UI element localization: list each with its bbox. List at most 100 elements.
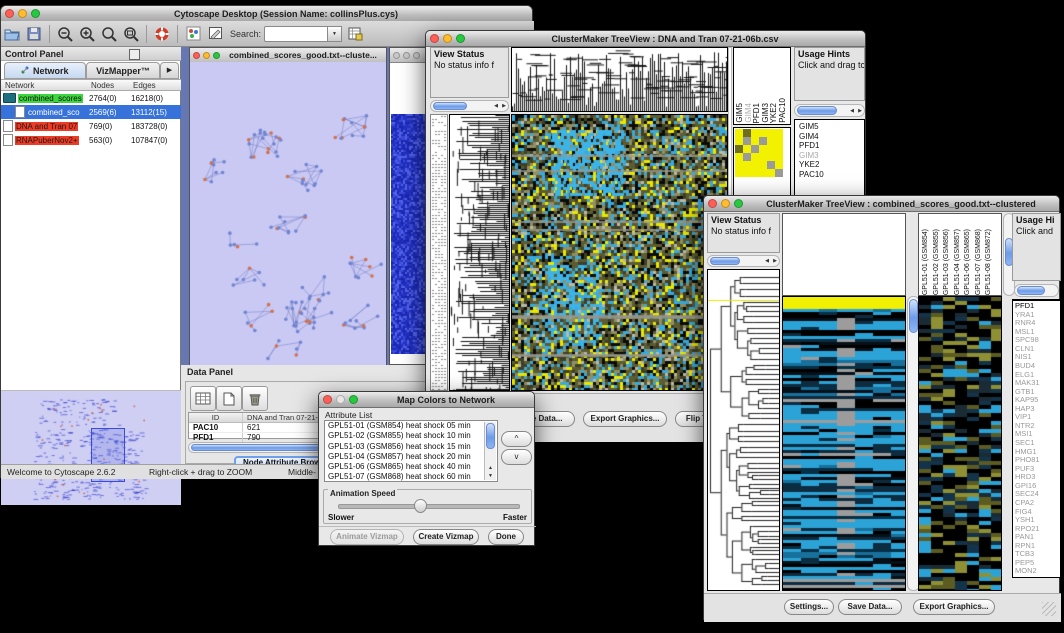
tv1-column-dendrogram[interactable] [512,48,727,111]
vizmapper-icon[interactable] [183,24,203,44]
frame-zoom-button[interactable] [213,52,220,59]
close-button[interactable] [5,9,14,18]
gene-label[interactable]: GIM5 [797,122,864,132]
heatmap-cell[interactable] [759,153,767,161]
search-dropdown-icon[interactable]: ▼ [328,26,342,42]
heatmap-cell[interactable] [751,161,759,169]
tv2-minimize-button[interactable] [721,199,730,208]
tv1-export-graphics-button[interactable]: Export Graphics... [583,411,667,427]
heatmap-cell[interactable] [759,161,767,169]
network-list-row[interactable]: combined_sco2569(6)13112(15) [1,105,181,119]
tab-overflow[interactable]: ▶ [160,62,179,79]
zoom-selected-icon[interactable] [99,24,119,44]
heatmap-cell[interactable] [759,145,767,153]
tv2-gene-list-panel[interactable]: PFD1YRA1RNR4MSL1SPC98CLN1NIS1BUD4ELG1MAK… [1012,301,1061,578]
dialog-minimize-button[interactable] [336,395,345,404]
heatmap-cell[interactable] [743,129,751,137]
scroll-down-icon[interactable]: ▼ [488,474,493,479]
heatmap-cell[interactable] [775,169,783,177]
tv1-zoom-button[interactable] [456,34,465,43]
frame2-minimize-button[interactable] [403,52,410,59]
heatmap-cell[interactable] [751,169,759,177]
network-view-canvas[interactable] [190,62,386,365]
tv2-zoom-heatmap-panel[interactable] [918,296,1002,591]
heatmap-cell[interactable] [767,169,775,177]
move-up-button[interactable]: ^ [501,431,532,447]
zoom-out-icon[interactable] [55,24,75,44]
frame-minimize-button[interactable] [203,52,210,59]
network-list-row[interactable]: combined_scores2764(0)16218(0) [1,91,181,105]
attribute-list-item[interactable]: GPL51-02 (GSM855) heat shock 10 min [325,431,497,441]
heatmap-cell[interactable] [767,153,775,161]
scroll-right-icon[interactable]: ▶ [502,104,506,109]
heatmap-cell[interactable] [735,161,743,169]
heatmap-cell[interactable] [751,153,759,161]
resize-grip[interactable] [1042,602,1056,616]
tv2-row-dendrogram[interactable] [708,270,779,590]
heatmap-cell[interactable] [759,137,767,145]
heatmap-cell[interactable] [743,153,751,161]
attribute-list-item[interactable]: GPL51-07 (GSM868) heat shock 60 min [325,472,497,482]
create-vizmap-button[interactable]: Create Vizmap [413,529,479,545]
network-list-row[interactable]: DNA and Tran 07769(0)183728(0) [1,119,181,133]
zoom-button[interactable] [31,9,40,18]
tv1-right-hscrollbar[interactable]: ◀ ▶ [794,104,865,117]
animation-speed-slider-thumb[interactable] [414,499,427,513]
open-icon[interactable] [2,24,22,44]
tv1-left-hscrollbar[interactable]: ◀ ▶ [430,100,509,112]
done-button[interactable]: Done [488,529,524,545]
dialog-zoom-button[interactable] [349,395,358,404]
heatmap-cell[interactable] [743,161,751,169]
tab-vizmapper[interactable]: VizMapper™ [86,62,160,79]
tv1-row-dendrogram-panel[interactable] [449,114,510,391]
network-list-row[interactable]: RNAPuberNov2+563(0)107847(0) [1,133,181,147]
tv1-row-label-sliver[interactable] [430,114,448,391]
animate-vizmap-button[interactable]: Animate Vizmap [330,529,404,545]
tv1-zoom-heatmap[interactable] [735,129,783,177]
zoom-fit-icon[interactable] [121,24,141,44]
gene-label[interactable]: YKE2 [797,160,864,170]
tv2-titlebar[interactable]: ClusterMaker TreeView : combined_scores_… [704,196,1059,212]
main-titlebar[interactable]: Cytoscape Desktop (Session Name: collins… [1,6,532,22]
minimize-button[interactable] [18,9,27,18]
heatmap-cell[interactable] [767,137,775,145]
tv2-settings-button[interactable]: Settings... [784,599,834,615]
heatmap-cell[interactable] [743,145,751,153]
tab-network[interactable]: Network [4,62,86,79]
frame2-close-button[interactable] [393,52,400,59]
dialog-close-button[interactable] [323,395,332,404]
heatmap-cell[interactable] [751,145,759,153]
heatmap-cell[interactable] [767,145,775,153]
attribute-table-icon[interactable] [190,386,216,411]
gene-label[interactable]: GIM4 [797,132,864,142]
tv2-left-hscrollbar[interactable]: ◀ ▶ [707,255,780,267]
attribute-list-vscrollbar[interactable]: ▲ ▼ [484,422,496,480]
float-panel-icon[interactable] [129,49,140,60]
dialog-titlebar[interactable]: Map Colors to Network [319,392,534,408]
tv1-global-heatmap[interactable] [512,115,727,390]
network-frame-titlebar[interactable]: combined_scores_good.txt--cluste... [190,48,386,63]
delete-attribute-icon[interactable] [242,386,268,411]
network-overview-panel[interactable] [1,390,181,505]
heatmap-cell[interactable] [735,137,743,145]
new-attribute-icon[interactable] [216,386,242,411]
scroll-left-icon[interactable]: ◀ [850,109,854,114]
save-icon[interactable] [24,24,44,44]
import-table-icon[interactable] [345,24,365,44]
frame2-zoom-button[interactable] [413,52,420,59]
tv2-export-graphics-button[interactable]: Export Graphics... [913,599,995,615]
attribute-list[interactable]: GPL51-01 (GSM854) heat shock 05 minGPL51… [324,420,498,482]
tv2-zoom-button[interactable] [734,199,743,208]
heatmap-cell[interactable] [767,129,775,137]
move-down-button[interactable]: v [501,449,532,465]
attribute-list-item[interactable]: GPL51-06 (GSM865) heat shock 40 min [325,462,497,472]
tv2-global-heatmap-panel[interactable] [782,296,906,591]
heatmap-cell[interactable] [775,145,783,153]
heatmap-cell[interactable] [735,169,743,177]
tv1-close-button[interactable] [430,34,439,43]
tv1-column-dendrogram-panel[interactable] [511,47,728,112]
tv2-global-heatmap[interactable] [783,297,905,590]
help-ring-icon[interactable] [152,24,172,44]
tv2-genelist-hscrollbar[interactable] [1014,284,1059,297]
tv2-row-dendrogram-panel[interactable] [707,269,780,591]
